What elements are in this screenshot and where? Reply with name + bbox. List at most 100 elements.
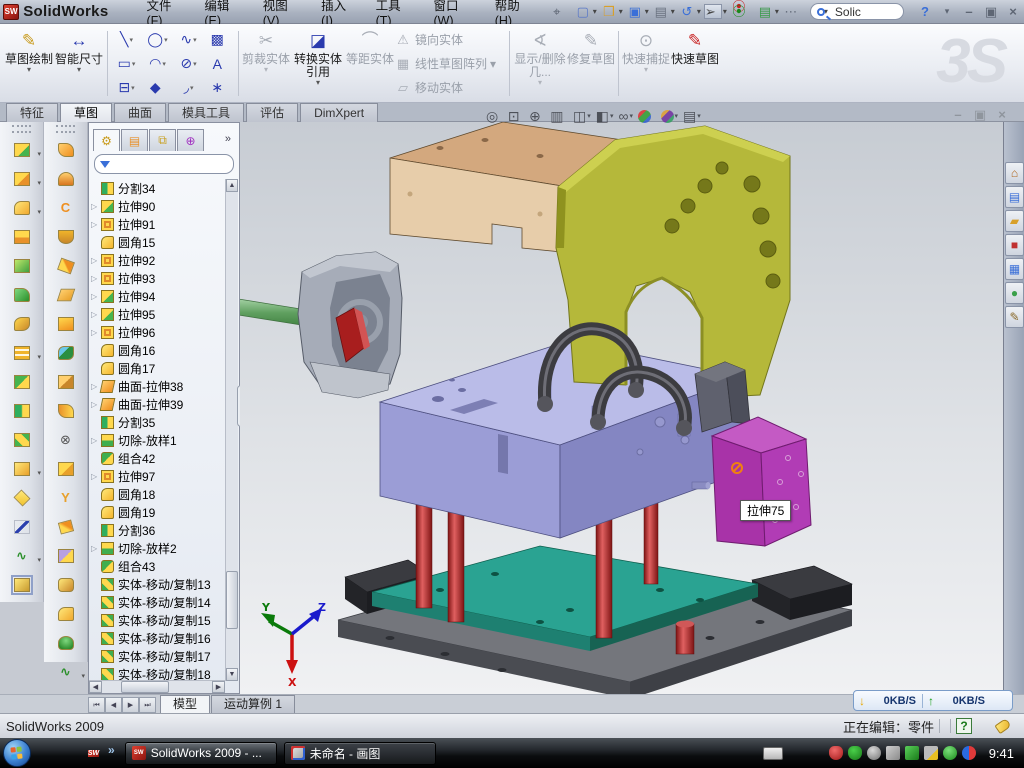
- sketch-entity-button[interactable]: ⊘▾: [173, 52, 204, 76]
- document-tab[interactable]: 运动算例 1: [211, 695, 295, 713]
- extend-arrows-icon[interactable]: ▾: [44, 512, 87, 541]
- view-palette-icon[interactable]: ▦: [1005, 258, 1024, 280]
- dropdown-arrow-icon[interactable]: ▾: [593, 7, 597, 16]
- save-icon[interactable]: ▣: [625, 3, 645, 21]
- centerline-icon[interactable]: ▾: [0, 512, 43, 541]
- convert-entities-button[interactable]: ◪ 转换实体引用 ▾: [290, 27, 346, 100]
- update-gear-icon[interactable]: [867, 746, 882, 761]
- swept-surface-icon[interactable]: ▾: [44, 135, 87, 164]
- combine-icon[interactable]: ▾: [0, 367, 43, 396]
- volume-icon[interactable]: [886, 746, 901, 761]
- doc-restore-button[interactable]: ▣: [969, 107, 991, 123]
- commandmanager-tab[interactable]: 评估: [246, 103, 298, 122]
- scrollbar-thumb[interactable]: [226, 571, 238, 629]
- view-settings-icon[interactable]: ▤▾: [683, 108, 701, 125]
- planar-surface-icon[interactable]: ▾: [44, 280, 87, 309]
- expand-arrow-icon[interactable]: ▷: [91, 328, 101, 337]
- tree-item[interactable]: ▷ 圆角15: [91, 233, 225, 251]
- commandmanager-tab[interactable]: 草图: [60, 103, 112, 122]
- antivirus-shield-icon[interactable]: [829, 746, 844, 761]
- tree-item[interactable]: ▷ 分割36: [91, 521, 225, 539]
- file-explorer-icon[interactable]: ▰: [1005, 210, 1024, 232]
- pushpin-icon[interactable]: ⌖: [547, 3, 567, 21]
- expand-arrow-icon[interactable]: ▷: [91, 256, 101, 265]
- taskbar-button[interactable]: SW SolidWorks 2009 - ...: [125, 742, 277, 765]
- close-button[interactable]: ×: [1002, 4, 1024, 19]
- sketch-entity-button[interactable]: ╲▾: [111, 28, 142, 52]
- trim-entities-button[interactable]: ✂ 剪裁实体 ▾: [242, 27, 290, 100]
- sync-icon[interactable]: [905, 746, 920, 761]
- smart-dimension-button[interactable]: ↔ 智能尺寸 ▾: [54, 27, 104, 100]
- sketch-entity-button[interactable]: ▩▾: [204, 28, 235, 52]
- tree-item[interactable]: ▷ 曲面-拉伸39: [91, 395, 225, 413]
- custom-properties-icon[interactable]: ✎: [1005, 306, 1024, 328]
- fillet-icon[interactable]: ▾: [0, 193, 43, 222]
- new-document-icon[interactable]: ▢: [573, 3, 593, 21]
- display-style-icon[interactable]: ◧▾: [596, 108, 614, 125]
- section-view-icon[interactable]: ▥▾: [550, 108, 568, 125]
- zoom-in-out-icon[interactable]: ⊕▾: [529, 108, 545, 125]
- measure-icon[interactable]: ▾: [0, 570, 43, 599]
- surface-fillet-icon[interactable]: ▾: [44, 599, 87, 628]
- dropdown-arrow-icon[interactable]: ▾: [775, 7, 779, 16]
- swap-bodies-icon[interactable]: ▾: [44, 251, 87, 280]
- expand-arrow-icon[interactable]: ▷: [91, 274, 101, 283]
- tree-item[interactable]: ▷ 实体-移动/复制16: [91, 629, 225, 647]
- sketch-entity-button[interactable]: ▭▾: [111, 52, 142, 76]
- 3d-model-canvas[interactable]: X Y Z: [240, 122, 1003, 694]
- network-warning-icon[interactable]: [924, 746, 939, 761]
- tree-item[interactable]: ▷ 曲面-拉伸38: [91, 377, 225, 395]
- select-arrow-icon[interactable]: ➢: [703, 3, 723, 21]
- tab-nav-button[interactable]: ⏭: [139, 697, 156, 713]
- manager-tab[interactable]: ⚙: [93, 129, 120, 151]
- tab-nav-button[interactable]: ◀: [105, 697, 122, 713]
- mirror-entities-button[interactable]: ⚠镜向实体: [394, 28, 506, 52]
- split-icon[interactable]: ▾: [0, 396, 43, 425]
- tree-item[interactable]: ▷ 分割34: [91, 179, 225, 197]
- sketch-button[interactable]: ✎ 草图绘制 ▾: [4, 27, 54, 100]
- expand-arrow-icon[interactable]: ▷: [91, 202, 101, 211]
- flex-icon[interactable]: ▾: [0, 483, 43, 512]
- dropdown-arrow-icon[interactable]: ▾: [619, 7, 623, 16]
- offset-entities-button[interactable]: ⌒ 等距实体: [346, 27, 394, 100]
- taskbar-clock[interactable]: 9:41: [989, 746, 1014, 761]
- sketch-entity-button[interactable]: ◠▾: [142, 52, 173, 76]
- wrap-icon[interactable]: ▾: [0, 309, 43, 338]
- repair-sketch-button[interactable]: ✎ 修复草图: [567, 27, 615, 100]
- taskbar-button[interactable]: 未命名 - 画图: [284, 742, 436, 765]
- tab-nav-button[interactable]: ▶: [122, 697, 139, 713]
- expand-arrow-icon[interactable]: ▷: [91, 472, 101, 481]
- model-connector-block[interactable]: [695, 362, 750, 432]
- tree-item[interactable]: ▷ 拉伸95: [91, 305, 225, 323]
- restore-button[interactable]: ▣: [980, 4, 1002, 20]
- expand-arrow-icon[interactable]: ▷: [91, 292, 101, 301]
- linear-pattern-icon[interactable]: ▾: [0, 338, 43, 367]
- offset-surface-icon[interactable]: ▾: [44, 367, 87, 396]
- quick-tips-button[interactable]: ?: [956, 718, 972, 734]
- freeform-icon[interactable]: ∿▾: [44, 657, 87, 686]
- solidworks-resources-icon[interactable]: ⌂: [1005, 162, 1024, 184]
- flange-icon[interactable]: ▾: [44, 222, 87, 251]
- tree-item[interactable]: ▷ 切除-放样1: [91, 431, 225, 449]
- rib-icon[interactable]: ▾: [0, 222, 43, 251]
- zoom-fit-icon[interactable]: ◎▾: [486, 108, 503, 125]
- document-tab[interactable]: 模型: [160, 695, 210, 713]
- extruded-boss-icon[interactable]: ▾: [0, 135, 43, 164]
- sketch-entity-button[interactable]: A▾: [204, 52, 235, 76]
- tree-vertical-scrollbar[interactable]: ▲ ▼: [225, 179, 238, 681]
- tree-item[interactable]: ▷ 拉伸92: [91, 251, 225, 269]
- dome-icon[interactable]: ▾: [44, 628, 87, 657]
- game-icon[interactable]: [62, 745, 79, 762]
- insert-part-icon[interactable]: ▾: [0, 454, 43, 483]
- sketch-entity-button[interactable]: ∗▾: [204, 76, 235, 100]
- knit-surface-icon[interactable]: ▾: [44, 570, 87, 599]
- messenger-icon[interactable]: [39, 745, 56, 762]
- doc-minimize-button[interactable]: –: [947, 107, 969, 123]
- rebuild-traffic-light-icon[interactable]: ⦿: [729, 3, 749, 21]
- tree-horizontal-scrollbar[interactable]: ◀ ▶: [89, 680, 225, 693]
- tree-item[interactable]: ▷ 圆角18: [91, 485, 225, 503]
- commandmanager-tab[interactable]: 特征: [6, 103, 58, 122]
- print-icon[interactable]: ▤: [651, 3, 671, 21]
- scroll-down-icon[interactable]: ▼: [226, 668, 238, 681]
- tag-icon[interactable]: [994, 718, 1011, 734]
